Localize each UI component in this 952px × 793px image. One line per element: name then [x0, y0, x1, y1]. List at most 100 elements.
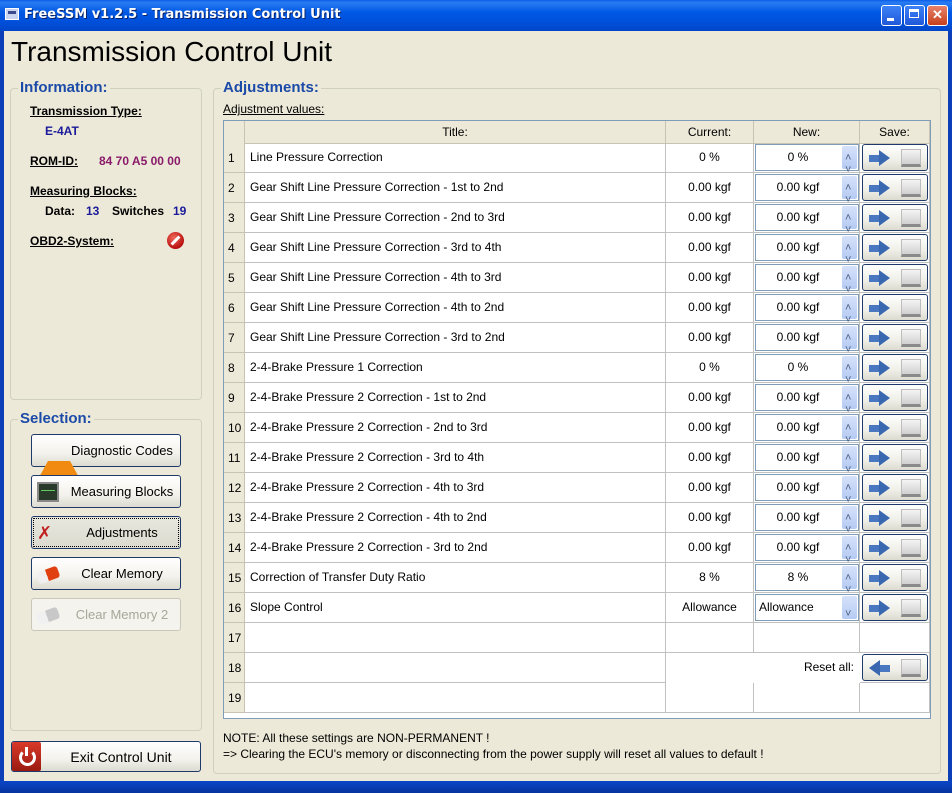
spin-arrows-icon[interactable] [842, 354, 857, 395]
ecu-icon [901, 419, 921, 437]
new-value: 0.00 kgf [776, 510, 820, 524]
spin-arrows-icon[interactable] [842, 414, 857, 455]
ecu-icon [901, 149, 921, 167]
adjustment-title: 2-4-Brake Pressure 2 Correction - 1st to… [245, 383, 666, 413]
new-value-cell: 0.00 kgf [754, 503, 860, 545]
new-value-cell: 0.00 kgf [754, 473, 860, 515]
table-row: 9 2-4-Brake Pressure 2 Correction - 1st t… [224, 383, 930, 425]
new-value-spinbox[interactable]: 0.00 kgf [755, 444, 859, 485]
ecu-icon [901, 599, 921, 617]
column-header-save: Save: [860, 121, 930, 143]
spin-arrows-icon[interactable] [842, 234, 857, 275]
column-header-new: New: [754, 121, 860, 143]
note-line-1: NOTE: All these settings are NON-PERMANE… [223, 731, 490, 745]
new-value-spinbox[interactable]: 0 % [755, 354, 859, 395]
table-row: 14 2-4-Brake Pressure 2 Correction - 3rd … [224, 533, 930, 575]
spin-arrows-icon[interactable] [842, 504, 857, 545]
new-value-combobox[interactable]: Allowance [755, 594, 859, 629]
new-value: 0.00 kgf [776, 330, 820, 344]
adjustment-title: Gear Shift Line Pressure Correction - 3r… [245, 233, 666, 263]
save-button[interactable] [862, 144, 928, 171]
new-value: 8 % [787, 570, 809, 584]
new-value-cell: 0.00 kgf [754, 173, 860, 215]
save-button[interactable] [862, 354, 928, 381]
spin-arrows-icon[interactable] [842, 324, 857, 365]
spin-arrows-icon[interactable] [842, 174, 857, 215]
current-value: 0.00 kgf [666, 263, 754, 293]
arrow-right-icon [869, 570, 891, 586]
new-value: 0.00 kgf [776, 390, 820, 404]
arrow-right-icon [869, 210, 891, 226]
save-button[interactable] [862, 564, 928, 591]
save-cell [860, 353, 930, 383]
save-cell [860, 623, 930, 653]
spin-arrows-icon[interactable] [842, 264, 857, 305]
close-button[interactable]: ✕ [927, 5, 948, 26]
clear-memory-2-button: Clear Memory 2 [31, 598, 181, 631]
save-button[interactable] [862, 324, 928, 351]
minimize-button[interactable] [881, 5, 902, 26]
clear-memory-button[interactable]: Clear Memory [31, 557, 181, 590]
save-cell [860, 503, 930, 533]
current-value: 0.00 kgf [666, 533, 754, 563]
new-value-spinbox[interactable]: 0.00 kgf [755, 504, 859, 545]
spin-arrows-icon[interactable] [842, 564, 857, 605]
monitor-icon [37, 482, 59, 502]
new-value-spinbox[interactable]: 0 % [755, 144, 859, 185]
new-value-spinbox[interactable]: 0.00 kgf [755, 174, 859, 215]
spin-arrows-icon[interactable] [842, 294, 857, 335]
spin-arrows-icon[interactable] [842, 474, 857, 515]
spin-arrows-icon[interactable] [842, 534, 857, 575]
new-value-spinbox[interactable]: 0.00 kgf [755, 204, 859, 245]
save-button[interactable] [862, 384, 928, 411]
save-button[interactable] [862, 534, 928, 561]
new-value-spinbox[interactable]: 0.00 kgf [755, 324, 859, 365]
spin-arrows-icon[interactable] [842, 144, 857, 185]
new-value-spinbox[interactable]: 0.00 kgf [755, 534, 859, 575]
save-button[interactable] [862, 504, 928, 531]
ecu-icon [901, 359, 921, 377]
tools-icon: ✗ [37, 523, 53, 543]
ecu-icon [901, 269, 921, 287]
save-button[interactable] [862, 594, 928, 621]
row-number: 17 [224, 623, 245, 653]
spin-arrows-icon[interactable] [842, 444, 857, 485]
diagnostic-codes-button[interactable]: Diagnostic Codes [31, 434, 181, 481]
save-button[interactable] [862, 444, 928, 471]
row-number: 15 [224, 563, 245, 593]
maximize-button[interactable] [904, 5, 925, 26]
new-value-spinbox[interactable]: 0.00 kgf [755, 264, 859, 305]
arrow-right-icon [869, 480, 891, 496]
save-cell [860, 323, 930, 353]
save-button[interactable] [862, 474, 928, 501]
new-value-spinbox[interactable]: 0.00 kgf [755, 294, 859, 335]
table-row: 7 Gear Shift Line Pressure Correction - 3… [224, 323, 930, 365]
new-value-cell: 0.00 kgf [754, 443, 860, 485]
save-button[interactable] [862, 264, 928, 291]
adjustments-button[interactable]: ✗ Adjustments [31, 516, 181, 549]
row-number: 6 [224, 293, 245, 323]
save-button[interactable] [862, 294, 928, 321]
table-row: 10 2-4-Brake Pressure 2 Correction - 2nd … [224, 413, 930, 455]
save-cell [860, 593, 930, 623]
new-value-spinbox[interactable]: 8 % [755, 564, 859, 605]
ecu-icon [901, 539, 921, 557]
exit-control-unit-button[interactable]: Exit Control Unit [11, 741, 201, 772]
save-cell [860, 143, 930, 173]
spin-arrows-icon[interactable] [842, 204, 857, 245]
current-value: 8 % [666, 563, 754, 593]
save-button[interactable] [862, 234, 928, 261]
save-button[interactable] [862, 204, 928, 231]
new-value-spinbox[interactable]: 0.00 kgf [755, 384, 859, 425]
chevron-down-icon[interactable] [842, 596, 857, 629]
new-value-spinbox[interactable]: 0.00 kgf [755, 474, 859, 515]
table-row: 6 Gear Shift Line Pressure Correction - 4… [224, 293, 930, 335]
measuring-blocks-button[interactable]: Measuring Blocks [31, 475, 181, 508]
table-row: 1 Line Pressure Correction 0 % 0 % [224, 143, 930, 185]
spin-arrows-icon[interactable] [842, 384, 857, 425]
reset-all-button[interactable] [862, 654, 928, 681]
new-value-spinbox[interactable]: 0.00 kgf [755, 414, 859, 455]
save-button[interactable] [862, 414, 928, 441]
save-button[interactable] [862, 174, 928, 201]
new-value-spinbox[interactable]: 0.00 kgf [755, 234, 859, 275]
